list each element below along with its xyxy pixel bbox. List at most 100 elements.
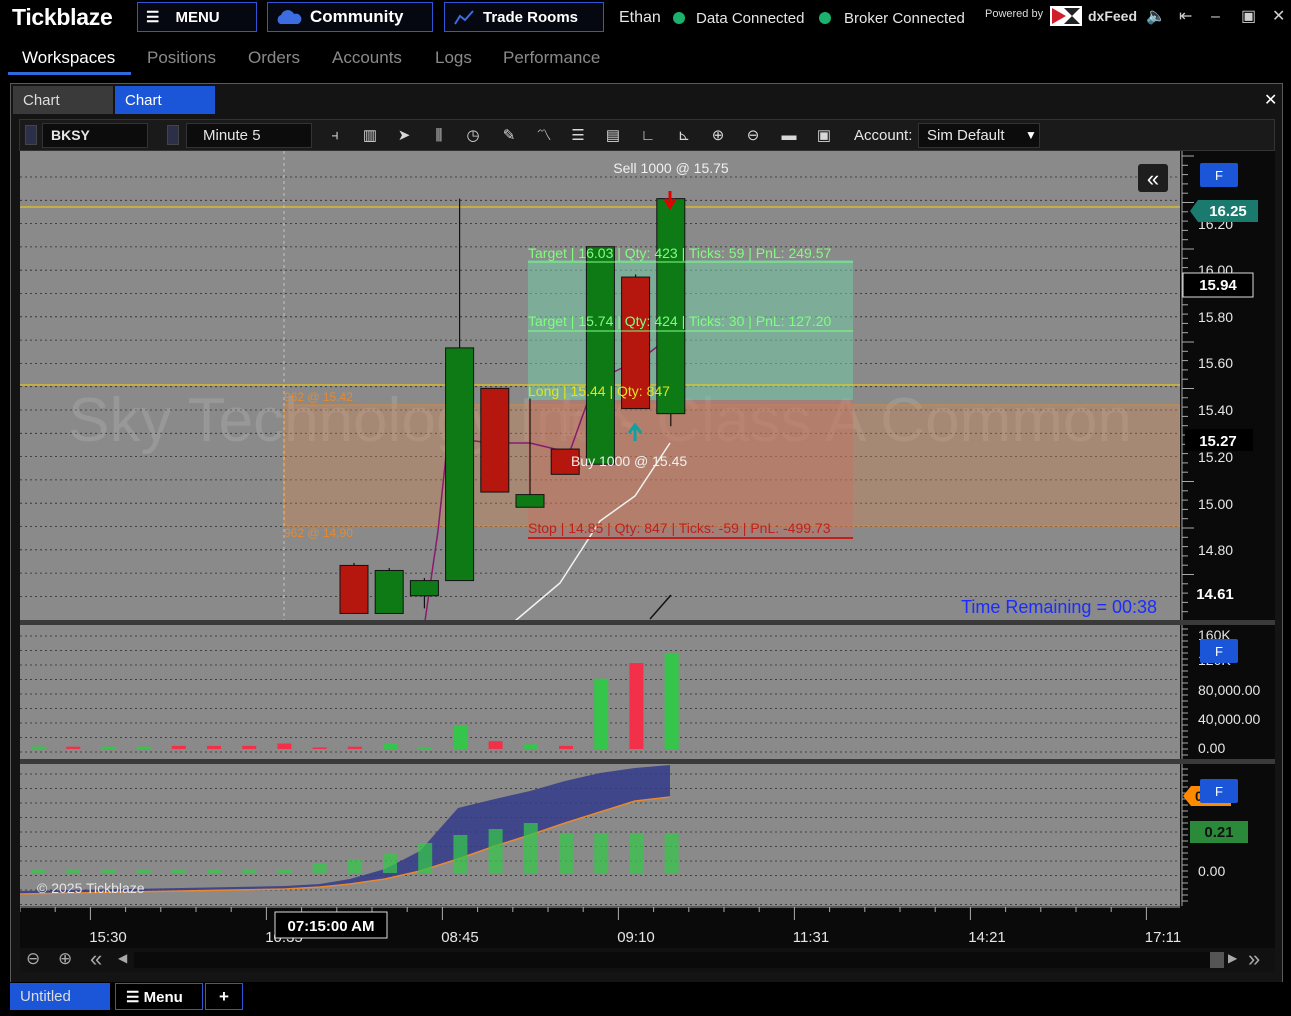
- indicator-bar: [242, 869, 257, 873]
- add-workspace-button[interactable]: +: [205, 983, 243, 1010]
- scroll-left-icon[interactable]: ◀: [118, 951, 127, 965]
- stop-label[interactable]: Stop | 14.85 | Qty: 847 | Ticks: -59 | P…: [528, 520, 831, 536]
- scroll-start-icon[interactable]: «: [90, 946, 102, 972]
- pencil-icon[interactable]: ✎: [499, 126, 519, 146]
- folder-icon[interactable]: ▬: [779, 126, 799, 146]
- candle-body[interactable]: [480, 387, 510, 493]
- clock-icon[interactable]: ◷: [463, 126, 483, 146]
- volume-bar: [629, 663, 644, 749]
- indicator-bar: [31, 869, 45, 873]
- time-axis[interactable]: 15:30 10:35 08:45 09:10 11:31 14:21 17:1…: [19, 906, 1275, 948]
- app-logo: Tickblaze: [12, 4, 113, 30]
- account-select[interactable]: Sim Default: [918, 123, 1040, 148]
- indicators-icon[interactable]: ▥: [360, 126, 380, 146]
- indicator-bar: [418, 843, 433, 873]
- minimize-icon[interactable]: –: [1211, 8, 1220, 26]
- volume-bar: [347, 746, 362, 749]
- cursor-icon[interactable]: ➤: [394, 126, 414, 146]
- volume-bar: [523, 744, 538, 749]
- maximize-icon[interactable]: ▣: [1241, 8, 1256, 26]
- candle-body[interactable]: [515, 494, 545, 508]
- time-label-1711: 17:11: [1145, 929, 1181, 946]
- community-button[interactable]: Community: [267, 2, 433, 32]
- list-icon[interactable]: ☰: [568, 126, 588, 146]
- axis-scale-icon[interactable]: ⊾: [674, 126, 694, 146]
- target-zone[interactable]: [528, 260, 853, 400]
- save-icon[interactable]: ▣: [814, 126, 834, 146]
- panel-separator[interactable]: [20, 620, 1180, 625]
- workspace-tab[interactable]: Untitled: [10, 983, 110, 1010]
- volume-bar: [171, 745, 186, 749]
- workspace-menu-button[interactable]: ☰ Menu: [115, 983, 203, 1010]
- panel-separator-2[interactable]: [20, 759, 1180, 764]
- candle-body[interactable]: [374, 569, 404, 614]
- candle-body[interactable]: [445, 347, 475, 582]
- timeframe-select[interactable]: Minute 5: [186, 123, 312, 148]
- long-label[interactable]: Long | 15.44 | Qty: 847: [528, 383, 670, 399]
- tab-positions[interactable]: Positions: [147, 48, 216, 68]
- chart-scrollbar[interactable]: ⊖ ⊕ « ◀ ▶ »: [20, 946, 1275, 972]
- cloud-icon: [277, 10, 302, 24]
- chart-svg[interactable]: BK Sky Technology Inc - Class A Common 9…: [19, 151, 1181, 906]
- chevron-down-icon[interactable]: ▼: [1025, 128, 1037, 142]
- menu-button[interactable]: ☰ MENU: [137, 2, 257, 32]
- double-chevron-left-icon: «: [1147, 166, 1159, 191]
- scroll-track[interactable]: [134, 952, 1210, 968]
- feed-brand: dxFeed: [1088, 8, 1138, 24]
- data-status: Data Connected: [696, 10, 805, 27]
- candle-body[interactable]: [339, 564, 369, 614]
- trend-line: [649, 594, 672, 620]
- tab-orders[interactable]: Orders: [248, 48, 300, 68]
- volume-bars: [31, 652, 679, 749]
- active-tab-indicator: [8, 72, 131, 75]
- indicator-bar: [488, 829, 503, 873]
- main-nav: Workspaces Positions Orders Accounts Log…: [0, 44, 640, 76]
- scroll-right-icon[interactable]: ▶: [1228, 951, 1237, 965]
- chart-plot-area[interactable]: BK Sky Technology Inc - Class A Common 9…: [19, 151, 1181, 906]
- price-axis[interactable]: 16.20 16.00 15.80 15.60 15.40 15.20 15.0…: [1180, 151, 1275, 906]
- timeframe-color-swatch[interactable]: [167, 125, 179, 145]
- copyright: © 2025 Tickblaze: [37, 880, 145, 896]
- report-icon[interactable]: ▤: [603, 126, 623, 146]
- bar-spacing-icon[interactable]: ⫞: [325, 126, 345, 146]
- dock-icon[interactable]: ⇤: [1179, 8, 1192, 26]
- speaker-icon[interactable]: 🔈: [1146, 8, 1166, 26]
- zoom-out-bottom-icon[interactable]: ⊖: [26, 949, 40, 969]
- strategy-icon[interactable]: 〽: [534, 126, 554, 146]
- tab-workspaces[interactable]: Workspaces: [22, 48, 115, 68]
- target1-label[interactable]: Target | 16.03 | Qty: 423 | Ticks: 59 | …: [528, 245, 831, 261]
- indicator-bar: [453, 835, 468, 873]
- cursor-time-label: 07:15:00 AM: [288, 918, 375, 935]
- hamburger-icon: ☰: [146, 9, 160, 26]
- candle-body[interactable]: [409, 580, 439, 597]
- scroll-thumb[interactable]: [1210, 952, 1224, 968]
- target2-label[interactable]: Target | 15.74 | Qty: 424 | Ticks: 30 | …: [528, 313, 831, 329]
- tab-performance[interactable]: Performance: [503, 48, 600, 68]
- zoom-in-icon[interactable]: ⊕: [708, 126, 728, 146]
- close-icon[interactable]: ✕: [1272, 8, 1285, 26]
- tab-logs[interactable]: Logs: [435, 48, 472, 68]
- bar-style-icon[interactable]: ⫼: [429, 126, 449, 146]
- high-price-tag-label: 16.25: [1209, 203, 1247, 220]
- volume-bar: [312, 747, 327, 749]
- volume-bar: [101, 746, 116, 749]
- zoom-out-icon[interactable]: ⊖: [743, 126, 763, 146]
- volume-bar: [488, 741, 503, 749]
- chart-tab-1[interactable]: Chart: [13, 86, 113, 114]
- indicator-bar: [347, 859, 362, 873]
- candle-body[interactable]: [585, 246, 615, 465]
- top-bar: Tickblaze ☰ MENU Community Trade Rooms Et…: [0, 0, 1291, 36]
- chart-tab-2[interactable]: Chart: [115, 86, 215, 114]
- volume-bar: [207, 745, 221, 749]
- close-chart-icon[interactable]: ✕: [1264, 90, 1277, 110]
- candle-body[interactable]: [656, 198, 686, 415]
- zoom-in-bottom-icon[interactable]: ⊕: [58, 949, 72, 969]
- price-axis-svg: 16.20 16.00 15.80 15.60 15.40 15.20 15.0…: [1180, 151, 1275, 906]
- symbol-input[interactable]: BKSY: [42, 123, 148, 148]
- volume-bar: [242, 745, 257, 749]
- scroll-end-icon[interactable]: »: [1248, 946, 1260, 972]
- tab-accounts[interactable]: Accounts: [332, 48, 402, 68]
- symbol-color-swatch[interactable]: [25, 125, 37, 145]
- axis-icon[interactable]: ∟: [638, 126, 658, 146]
- trade-rooms-button[interactable]: Trade Rooms: [444, 2, 604, 32]
